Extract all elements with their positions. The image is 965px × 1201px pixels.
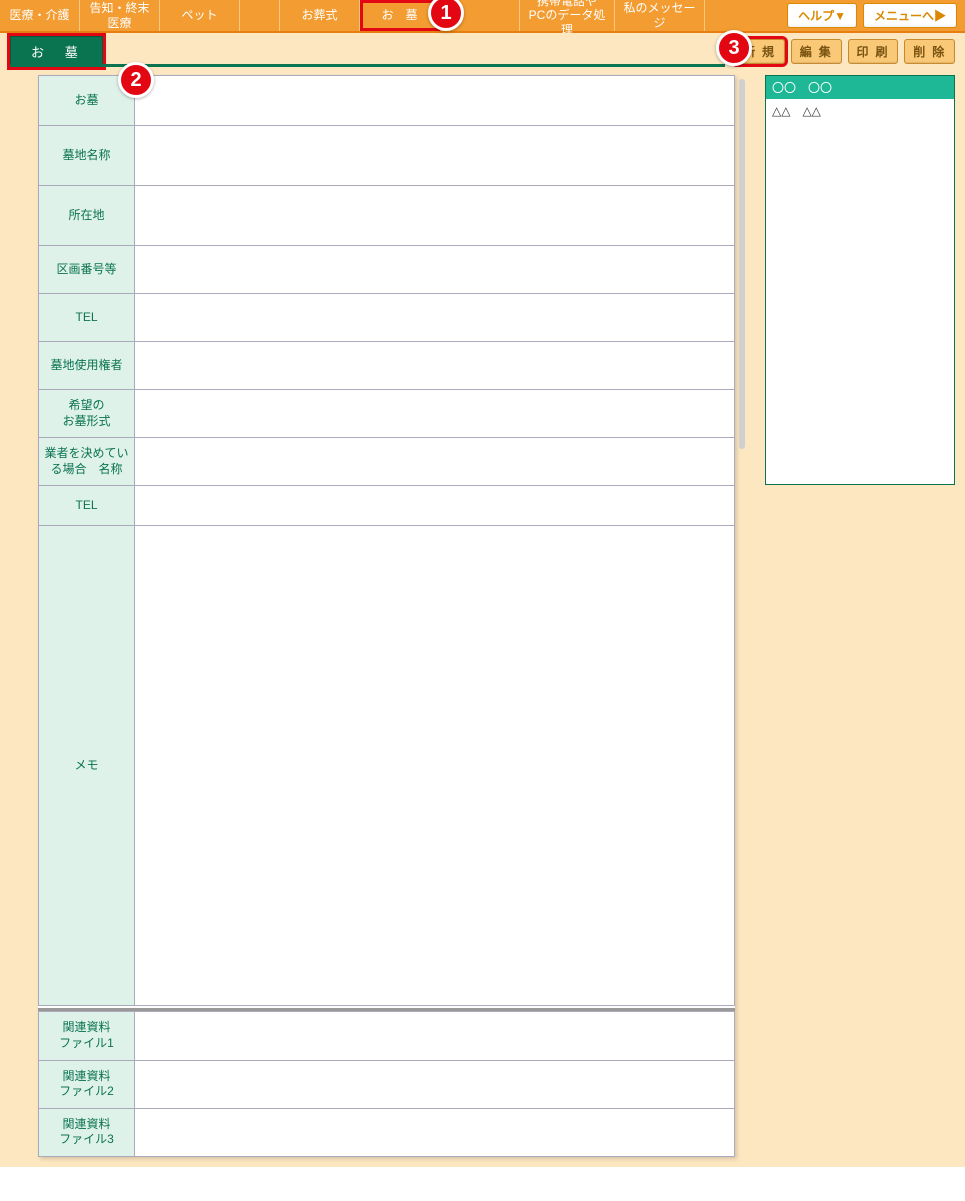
file-label: 関連資料 ファイル1 [39,1012,135,1060]
scrollbar[interactable] [739,79,745,449]
sub-bar-underline [10,64,725,67]
top-nav: 医療・介護 告知・終末医療 ペット お葬式 お 墓 携帯電話や PCのデータ処理… [0,0,965,33]
form-value[interactable] [135,342,735,390]
form-label: 墓地使用権者 [39,342,135,390]
form-label: 所在地 [39,186,135,246]
form-row: 業者を決めてい る場合 名称 [39,438,735,486]
file-value[interactable] [135,1108,735,1156]
nav-tab-care[interactable]: 医療・介護 [0,0,80,31]
file-row: 関連資料 ファイル3 [39,1108,735,1156]
form-row: 希望の お墓形式 [39,390,735,438]
form-label: TEL [39,294,135,342]
form-value[interactable] [135,526,735,1006]
form-label: 業者を決めてい る場合 名称 [39,438,135,486]
form-value[interactable] [135,126,735,186]
form-row: TEL [39,486,735,526]
callout-2: 2 [118,62,154,98]
file-label: 関連資料 ファイル3 [39,1108,135,1156]
nav-buttons: ヘルプ▼ メニューへ▶ [787,0,965,31]
form-value[interactable] [135,438,735,486]
form-value[interactable] [135,294,735,342]
nav-tab-terminal[interactable]: 告知・終末医療 [80,0,160,31]
side-item[interactable]: 〇〇 〇〇 [766,76,954,99]
form-value[interactable] [135,486,735,526]
form-row: 墓地名称 [39,126,735,186]
form-row: 区画番号等 [39,246,735,294]
file-row: 関連資料 ファイル2 [39,1060,735,1108]
help-button[interactable]: ヘルプ▼ [787,3,857,28]
file-value[interactable] [135,1012,735,1060]
main-area: お墓墓地名称所在地区画番号等TEL墓地使用権者希望の お墓形式業者を決めてい る… [0,69,965,1167]
form-row: 所在地 [39,186,735,246]
form-value[interactable] [135,186,735,246]
side-panel: 〇〇 〇〇△△ △△ [765,75,955,485]
form-label: 墓地名称 [39,126,135,186]
file-label: 関連資料 ファイル2 [39,1060,135,1108]
form-label: TEL [39,486,135,526]
print-button[interactable]: 印 刷 [848,39,899,64]
file-table: 関連資料 ファイル1関連資料 ファイル2関連資料 ファイル3 [38,1011,735,1157]
form-table: お墓墓地名称所在地区画番号等TEL墓地使用権者希望の お墓形式業者を決めてい る… [38,75,735,1006]
form-label: 区画番号等 [39,246,135,294]
action-buttons: 新 規 編 集 印 刷 削 除 [734,39,955,64]
sub-tab-grave[interactable]: お 墓 [10,36,103,67]
nav-tab-empty1 [240,0,280,31]
side-item[interactable]: △△ △△ [766,99,954,122]
callout-3: 3 [716,30,752,66]
form-value[interactable] [135,246,735,294]
nav-tab-pet[interactable]: ペット [160,0,240,31]
nav-tab-phone[interactable]: 携帯電話や PCのデータ処理 [520,0,615,31]
nav-tab-funeral[interactable]: お葬式 [280,0,360,31]
form-row: メモ [39,526,735,1006]
form-value[interactable] [135,76,735,126]
form-value[interactable] [135,390,735,438]
form-label: メモ [39,526,135,1006]
menu-button[interactable]: メニューへ▶ [863,3,957,28]
edit-button[interactable]: 編 集 [791,39,842,64]
form-row: 墓地使用権者 [39,342,735,390]
form-row: TEL [39,294,735,342]
delete-button[interactable]: 削 除 [904,39,955,64]
file-row: 関連資料 ファイル1 [39,1012,735,1060]
file-value[interactable] [135,1060,735,1108]
form-container: お墓墓地名称所在地区画番号等TEL墓地使用権者希望の お墓形式業者を決めてい る… [38,75,735,1157]
nav-tab-message[interactable]: 私のメッセージ [615,0,705,31]
form-label: 希望の お墓形式 [39,390,135,438]
